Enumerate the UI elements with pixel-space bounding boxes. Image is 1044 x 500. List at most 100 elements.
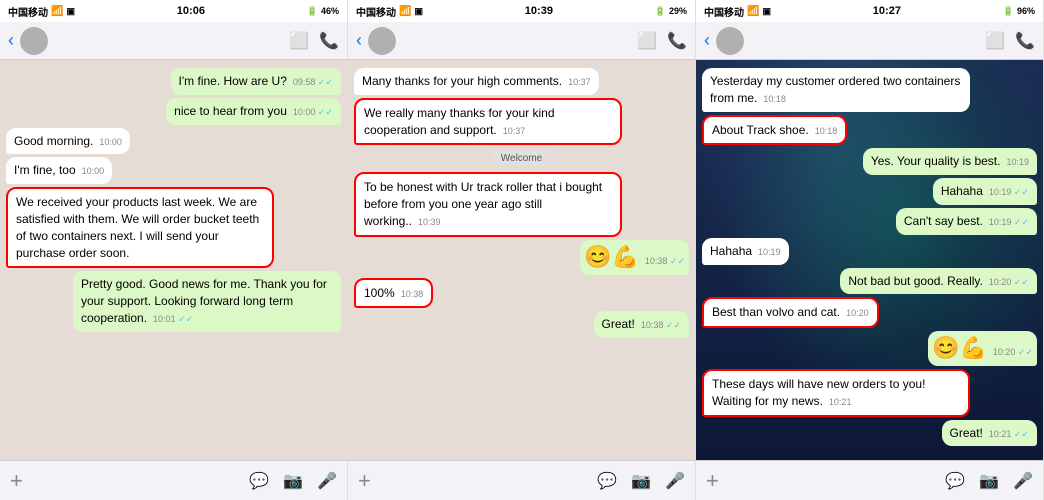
plus-button[interactable]: + (358, 468, 371, 494)
message-time: 10:20 (846, 308, 869, 318)
chat-icon[interactable]: 💬 (597, 471, 617, 491)
list-item: I'm fine. How are U?09:58 ✓✓ (171, 68, 341, 95)
message-time: 10:38 (401, 289, 424, 299)
message-time: 10:00 (99, 137, 122, 147)
message-ticks: ✓✓ (318, 107, 333, 117)
message-bubble: We really many thanks for your kind coop… (354, 98, 622, 146)
list-item: Good morning.10:00 (6, 128, 130, 155)
video-call-icon[interactable]: ⬜ (289, 31, 309, 51)
mic-icon[interactable]: 🎤 (317, 471, 337, 491)
plus-button[interactable]: + (10, 468, 23, 494)
phone-call-icon[interactable]: 📞 (1015, 31, 1035, 51)
message-text: nice to hear from you (174, 104, 287, 118)
message-bubble: We received your products last week. We … (6, 187, 274, 268)
battery-label: 29% (669, 6, 687, 16)
back-button[interactable]: ‹ (356, 30, 362, 51)
message-time: 10:39 (418, 217, 441, 227)
wifi-icon: 📶 (747, 6, 759, 17)
message-text: Great! (950, 426, 983, 440)
back-button[interactable]: ‹ (8, 30, 14, 51)
message-bubble: Hahaha10:19 ✓✓ (933, 178, 1037, 205)
nav-icons: ⬜ 📞 (289, 31, 339, 51)
network-icon: ▣ (414, 6, 423, 17)
bottom-icons: 💬 📷 🎤 (249, 471, 337, 491)
message-ticks: ✓✓ (1014, 187, 1029, 197)
message-bubble: To be honest with Ur track roller that i… (354, 172, 622, 236)
battery-icon: 🔋 (1003, 6, 1014, 17)
message-time: 10:38 ✓✓ (645, 256, 685, 266)
plus-button[interactable]: + (706, 468, 719, 494)
network-icon: ▣ (762, 6, 771, 17)
message-time: 10:37 (568, 77, 591, 87)
message-bubble: 😊💪10:20 ✓✓ (928, 331, 1037, 366)
message-bubble: Yes. Your quality is best.10:19 (863, 148, 1037, 175)
message-text: Hahaha (710, 244, 752, 258)
message-text: I'm fine, too (14, 163, 76, 177)
status-left: 中国移动 📶 ▣ (704, 4, 771, 19)
back-button[interactable]: ‹ (704, 30, 710, 51)
battery-icon: 🔋 (307, 6, 318, 17)
camera-icon[interactable]: 📷 (283, 471, 303, 491)
message-ticks: ✓✓ (1018, 347, 1033, 357)
message-bubble: Pretty good. Good news for me. Thank you… (73, 271, 341, 331)
message-text: We really many thanks for your kind coop… (364, 106, 555, 137)
carrier-label: 中国移动 (8, 4, 48, 19)
mic-icon[interactable]: 🎤 (1013, 471, 1033, 491)
message-time: 10:00 (82, 166, 105, 176)
bottom-icons: 💬 📷 🎤 (597, 471, 685, 491)
avatar (20, 27, 48, 55)
bottom-icons: 💬 📷 🎤 (945, 471, 1033, 491)
chat-area: Many thanks for your high comments. 10:37… (348, 60, 695, 460)
message-bubble: Hahaha10:19 (702, 238, 789, 265)
message-bubble: I'm fine. How are U?09:58 ✓✓ (171, 68, 341, 95)
list-item: Not bad but good. Really.10:20 ✓✓ (840, 268, 1037, 295)
phone-frame-3: 中国移动 📶 ▣ 10:27 🔋 96% ‹ ⬜ 📞 Yesterday my … (696, 0, 1044, 500)
battery-label: 96% (1017, 6, 1035, 16)
message-text: 😊💪 (584, 244, 639, 269)
list-item: We received your products last week. We … (6, 187, 274, 268)
chat-icon[interactable]: 💬 (249, 471, 269, 491)
video-call-icon[interactable]: ⬜ (985, 31, 1005, 51)
message-text: Many thanks for your high comments. (362, 74, 562, 88)
phone-call-icon[interactable]: 📞 (319, 31, 339, 51)
camera-icon[interactable]: 📷 (979, 471, 999, 491)
bottom-bar: + 💬 📷 🎤 (0, 460, 347, 500)
message-bubble: 100%10:38 (354, 278, 433, 309)
nav-bar: ‹ ⬜ 📞 (696, 22, 1043, 60)
nav-icons: ⬜ 📞 (985, 31, 1035, 51)
message-text: Can't say best. (904, 214, 983, 228)
list-item: To be honest with Ur track roller that i… (354, 172, 622, 236)
status-bar: 中国移动 📶 ▣ 10:27 🔋 96% (696, 0, 1043, 22)
status-right: 🔋 29% (655, 6, 687, 17)
list-item: About Track shoe.10:18 (702, 115, 847, 146)
phone-frame-2: 中国移动 📶 ▣ 10:39 🔋 29% ‹ ⬜ 📞 Many thanks f… (348, 0, 696, 500)
message-ticks: ✓✓ (670, 256, 685, 266)
carrier-label: 中国移动 (356, 4, 396, 19)
list-item: 😊💪10:20 ✓✓ (928, 331, 1037, 366)
chat-icon[interactable]: 💬 (945, 471, 965, 491)
message-time: 10:19 ✓✓ (989, 187, 1029, 197)
message-time: 10:19 (1006, 157, 1029, 167)
phone-call-icon[interactable]: 📞 (667, 31, 687, 51)
list-item: Many thanks for your high comments. 10:37 (354, 68, 599, 95)
time-label: 10:06 (177, 5, 205, 17)
phone-frame-1: 中国移动 📶 ▣ 10:06 🔋 46% ‹ ⬜ 📞 I'm fine. How… (0, 0, 348, 500)
list-item: I'm fine, too 10:00 (6, 157, 112, 184)
message-text: 😊💪 (932, 335, 987, 360)
list-item: Can't say best.10:19 ✓✓ (896, 208, 1037, 235)
status-left: 中国移动 📶 ▣ (356, 4, 423, 19)
message-ticks: ✓✓ (1014, 277, 1029, 287)
mic-icon[interactable]: 🎤 (665, 471, 685, 491)
status-bar: 中国移动 📶 ▣ 10:39 🔋 29% (348, 0, 695, 22)
message-bubble: Good morning.10:00 (6, 128, 130, 155)
battery-icon: 🔋 (655, 6, 666, 17)
time-label: 10:27 (873, 5, 901, 17)
video-call-icon[interactable]: ⬜ (637, 31, 657, 51)
message-bubble: Not bad but good. Really.10:20 ✓✓ (840, 268, 1037, 295)
message-bubble: Great!10:38 ✓✓ (594, 311, 689, 338)
message-time: 10:21 (829, 397, 852, 407)
message-ticks: ✓✓ (1014, 217, 1029, 227)
nav-icons: ⬜ 📞 (637, 31, 687, 51)
camera-icon[interactable]: 📷 (631, 471, 651, 491)
time-label: 10:39 (525, 5, 553, 17)
